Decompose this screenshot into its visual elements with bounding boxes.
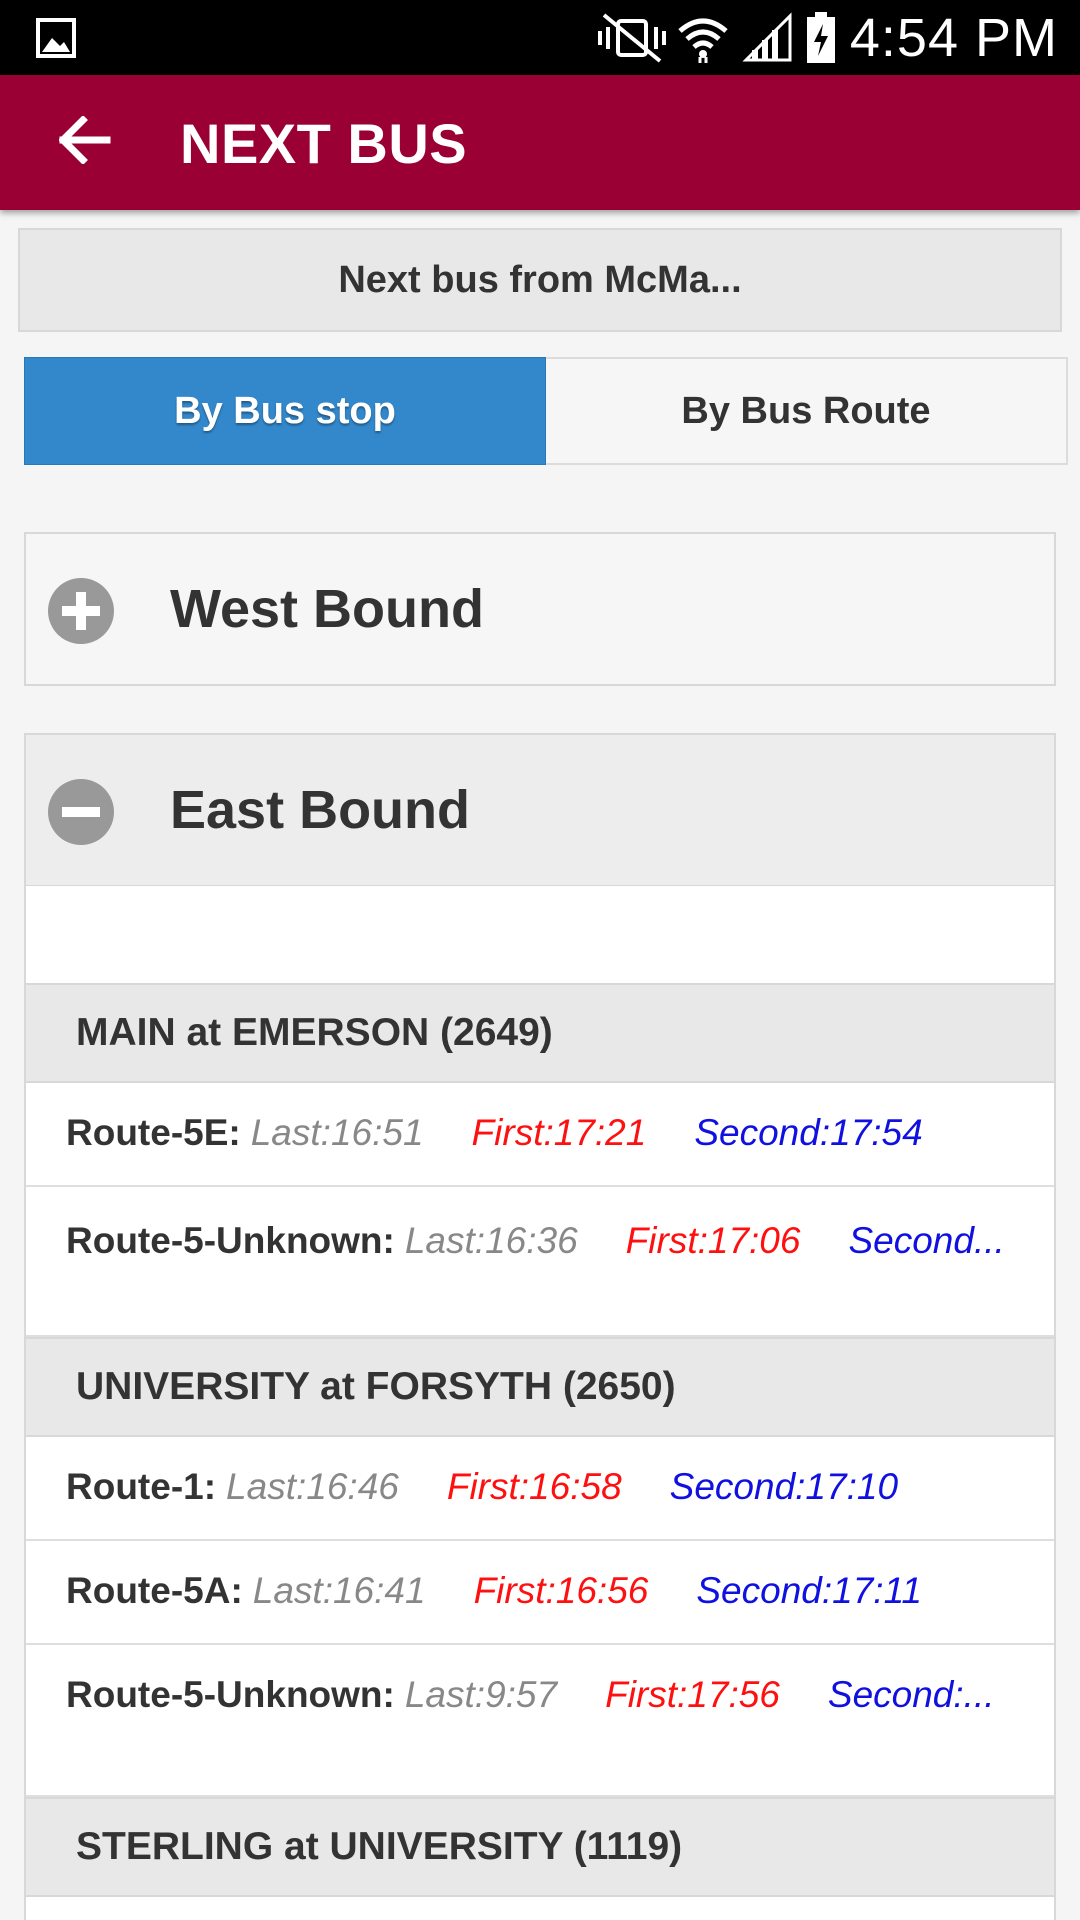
west-bound-collapsible[interactable]: West Bound (24, 532, 1056, 686)
last-time: Last:16:36 (404, 1220, 578, 1261)
east-bound-collapsible[interactable]: East Bound (24, 733, 1056, 887)
image-icon (36, 18, 76, 58)
arrow-left-icon (58, 114, 111, 169)
clock: 4:54 PM (849, 7, 1058, 68)
east-bound-content: MAIN at EMERSON (2649) Route-5E: Last:16… (24, 886, 1056, 1920)
route-row[interactable]: Route-5-Unknown: Last:16:36 First:17:06 … (26, 1187, 1054, 1337)
route-name: Route-5E: (66, 1112, 241, 1153)
second-time: Second:17:10 (669, 1466, 899, 1507)
route-row[interactable]: Route-5E: Last:16:51 First:17:21 Second:… (26, 1083, 1054, 1187)
stop-header-main-emerson[interactable]: MAIN at EMERSON (2649) (26, 983, 1054, 1083)
last-time: Last:16:51 (250, 1112, 424, 1153)
route-name: Route-5-Unknown: (66, 1674, 395, 1715)
battery-charging-icon (806, 11, 836, 64)
plus-circle-icon (48, 578, 114, 644)
wifi-icon (676, 11, 730, 65)
route-row[interactable]: Route-5A: Last:16:41 First:16:56 Second:… (26, 1541, 1054, 1645)
route-row[interactable]: Route-1: Last:16:46 First:16:58 Second:1… (26, 1437, 1054, 1541)
route-row[interactable]: Route-5-Unknown: Last:9:57 First:17:56 S… (26, 1645, 1054, 1797)
last-time: Last:9:57 (404, 1674, 558, 1715)
page-title: NEXT BUS (180, 112, 468, 175)
cell-signal-icon (742, 11, 794, 64)
tab-by-bus-stop[interactable]: By Bus stop (24, 357, 546, 465)
first-time: First:17:06 (625, 1220, 801, 1261)
second-time: Second:17:54 (694, 1112, 923, 1153)
tab-by-bus-route[interactable]: By Bus Route (546, 357, 1068, 465)
route-name: Route-5A: (66, 1570, 243, 1611)
back-button[interactable] (52, 109, 118, 175)
second-time: Second:17:11 (696, 1570, 922, 1611)
section-title-west-bound: West Bound (170, 579, 484, 639)
route-name: Route-5-Unknown: (66, 1220, 395, 1261)
stop-header-university-forsyth[interactable]: UNIVERSITY at FORSYTH (2650) (26, 1337, 1054, 1437)
route-name: Route-1: (66, 1466, 217, 1507)
last-time: Last:16:41 (252, 1570, 426, 1611)
last-time: Last:16:46 (226, 1466, 399, 1507)
stop-header-sterling-university[interactable]: STERLING at UNIVERSITY (1119) (26, 1797, 1054, 1897)
status-bar: 4:54 PM (0, 0, 1080, 75)
app-bar: NEXT BUS (0, 75, 1080, 210)
minus-circle-icon (48, 779, 114, 845)
first-time: First:17:56 (605, 1674, 780, 1715)
first-time: First:16:58 (446, 1466, 622, 1507)
second-time: Second:... (827, 1674, 995, 1715)
second-time: Second... (848, 1220, 1005, 1261)
tab-bar: By Bus stop By Bus Route (24, 357, 1068, 465)
first-time: First:17:21 (471, 1112, 647, 1153)
next-bus-header-button[interactable]: Next bus from McMa... (18, 228, 1062, 332)
vibrate-mute-icon (594, 12, 670, 63)
first-time: First:16:56 (473, 1570, 649, 1611)
section-title-east-bound: East Bound (170, 780, 471, 840)
